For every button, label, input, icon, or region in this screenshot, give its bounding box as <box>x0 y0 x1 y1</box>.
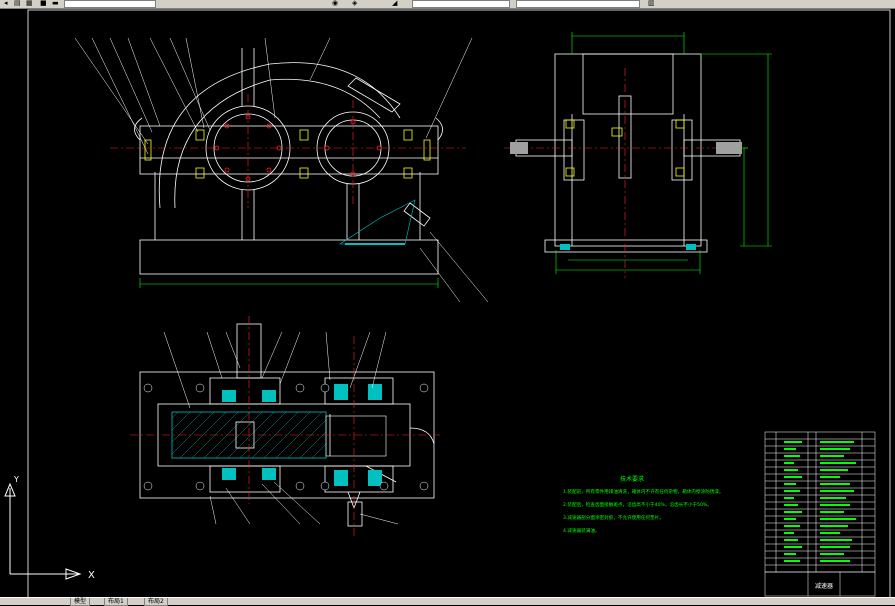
side-view <box>515 53 741 253</box>
drawing-frame <box>27 9 891 597</box>
properties-icon[interactable]: ▦ <box>26 0 33 7</box>
side-centerlines <box>504 68 748 278</box>
lineweight-combo[interactable] <box>516 0 640 8</box>
layer-combo[interactable] <box>64 0 156 8</box>
tech-req-title: 技术要求 <box>620 475 644 483</box>
tab-layout2[interactable]: 布局2 <box>144 598 168 606</box>
front-view <box>134 48 443 275</box>
ucs-y-label: Y <box>13 475 19 484</box>
color-control-icon[interactable]: ◉ <box>332 0 338 7</box>
tab-layout1[interactable]: 布局1 <box>104 598 128 606</box>
tech-req-lines: 1.装配前，所有零件用煤油清洗，箱体内不许有任何杂物，箱体内壁涂防锈漆。 2.装… <box>563 488 724 534</box>
shaft-end-right <box>716 142 742 154</box>
layer-icon[interactable]: ▤ <box>14 0 21 7</box>
bolt-circles-top <box>143 383 429 491</box>
side-hatch <box>560 244 696 250</box>
title-block-label: 减速器 <box>815 582 833 590</box>
front-leaders <box>74 37 489 303</box>
lineweight-icon[interactable]: ◢ <box>392 0 397 7</box>
ucs-icon <box>4 482 82 580</box>
shaft-end-left <box>510 142 528 154</box>
top-leaders <box>163 331 399 525</box>
arrow-icon[interactable]: ◂ <box>4 0 8 7</box>
color-icon[interactable]: ■ <box>40 0 47 7</box>
linetype-icon[interactable]: ▬ <box>52 0 59 7</box>
pinion-outline <box>325 415 387 457</box>
drawing-canvas[interactable]: 技术要求 1.装配前，所有零件用煤油清洗，箱体内不许有任何杂物，箱体内壁涂防锈漆… <box>0 8 895 597</box>
tech-req-line: 3.减速器剖分面涂密封胶，不允许使用任何垫片。 <box>563 514 664 521</box>
front-centerlines <box>110 94 466 208</box>
match-icon[interactable]: ◈ <box>352 0 357 7</box>
tech-req-line: 4.减速器装满油。 <box>563 527 600 534</box>
tab-model[interactable]: 模型 <box>70 598 91 606</box>
linetype-combo[interactable] <box>412 0 510 8</box>
oil-hatch <box>338 199 416 245</box>
tech-req-line: 2.装配后，检查齿面接触斑点，沿齿高不小于40%，沿齿长不小于50%。 <box>563 501 712 508</box>
top-view <box>139 323 435 527</box>
front-dims <box>139 278 439 288</box>
top-centerlines <box>130 316 440 536</box>
plot-style-icon[interactable]: ▥ <box>648 0 655 7</box>
tech-req-line: 1.装配前，所有零件用煤油清洗，箱体内不许有任何杂物，箱体内壁涂防锈漆。 <box>563 488 724 495</box>
ucs-x-label: X <box>88 570 95 581</box>
